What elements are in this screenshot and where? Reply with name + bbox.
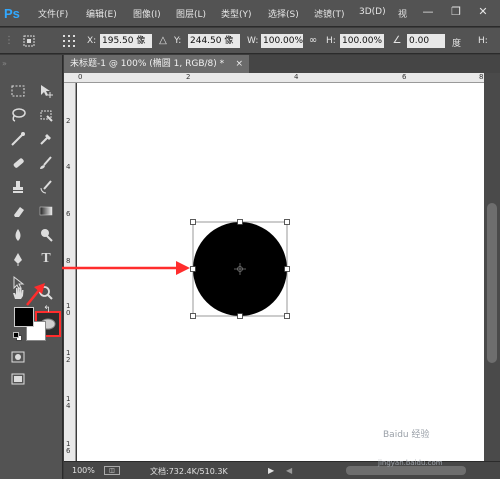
watermark-url: jingyan.baidu.com xyxy=(378,459,443,467)
scroll-left-icon[interactable]: ◀ xyxy=(286,466,292,475)
canvas[interactable] xyxy=(77,83,484,461)
lasso-tool-icon[interactable] xyxy=(8,105,28,125)
x-field[interactable]: 195.50 像 xyxy=(100,34,152,48)
options-bar: ⋮ X: 195.50 像 △ Y: 244.50 像 W: 100.00% ∞… xyxy=(0,28,500,54)
marquee-tool-icon[interactable] xyxy=(8,81,28,101)
zoom-tool-icon[interactable] xyxy=(36,283,56,303)
ruler-left-label: 1 6 xyxy=(66,440,71,455)
relative-position-icon[interactable]: △ xyxy=(156,34,170,48)
zoom-level[interactable]: 100% xyxy=(72,466,95,475)
blur-tool-icon[interactable] xyxy=(8,225,28,245)
menu-image[interactable]: 图像(I) xyxy=(133,7,161,20)
foreground-color-swatch[interactable] xyxy=(14,307,34,327)
menu-type[interactable]: 类型(Y) xyxy=(221,7,252,20)
x-label: X: xyxy=(87,36,97,46)
document-tab[interactable]: 未标题-1 @ 100% (椭圆 1, RGB/8) * × xyxy=(64,55,249,73)
menu-view[interactable]: 视 xyxy=(398,7,407,20)
ruler-horizontal[interactable]: 0 2 4 6 8 xyxy=(64,73,484,83)
ruler-left-label: 8 xyxy=(66,257,71,265)
menu-edit[interactable]: 编辑(E) xyxy=(86,7,117,20)
angle-icon: ∠ xyxy=(392,35,402,46)
type-tool-icon[interactable]: T xyxy=(36,249,56,269)
menu-bar: Ps 文件(F) 编辑(E) 图像(I) 图层(L) 类型(Y) 选择(S) 滤… xyxy=(0,0,500,27)
reference-point-icon[interactable] xyxy=(62,34,76,48)
restore-button[interactable]: ❐ xyxy=(448,4,464,20)
gradient-tool-icon[interactable] xyxy=(36,201,56,221)
brush-tool-icon[interactable] xyxy=(36,153,56,173)
pen-tool-icon[interactable] xyxy=(8,249,28,269)
vertical-scrollbar[interactable] xyxy=(484,73,500,461)
ruler-left-label: 1 2 xyxy=(66,349,71,364)
horizontal-scroll-thumb[interactable] xyxy=(346,466,466,475)
ruler-top-label: 0 xyxy=(78,73,83,81)
default-colors-icon[interactable] xyxy=(13,332,22,341)
toolbox: » T ↰ xyxy=(0,55,63,479)
angle-field[interactable]: 0.00 xyxy=(407,34,445,48)
crop-tool-icon[interactable] xyxy=(8,129,28,149)
hand-tool-icon[interactable] xyxy=(8,283,28,303)
h-label: H: xyxy=(326,36,336,46)
menu-filter[interactable]: 滤镜(T) xyxy=(314,7,345,20)
vertical-scroll-thumb[interactable] xyxy=(487,203,497,363)
ruler-left-label: 1 4 xyxy=(66,395,71,410)
watermark: Baidu 经验 xyxy=(383,430,430,440)
eyedropper-tool-icon[interactable] xyxy=(36,129,56,149)
skew-h-label: H: xyxy=(478,36,488,46)
minimize-button[interactable]: — xyxy=(420,4,436,20)
screen-mode-icon[interactable] xyxy=(8,369,28,389)
ruler-top-label: 8 xyxy=(479,73,484,81)
link-icon[interactable]: ∞ xyxy=(306,34,320,48)
ruler-top-label: 4 xyxy=(294,73,299,81)
quick-mask-icon[interactable] xyxy=(8,347,28,367)
ruler-vertical[interactable]: 2 4 6 8 1 0 1 2 1 4 1 6 xyxy=(64,83,76,461)
menu-select[interactable]: 选择(S) xyxy=(268,7,299,20)
ruler-left-label: 2 xyxy=(66,117,71,125)
clone-stamp-tool-icon[interactable] xyxy=(8,177,28,197)
y-label: Y: xyxy=(174,36,182,46)
angle-unit: 度 xyxy=(452,39,462,49)
ruler-top-label: 6 xyxy=(402,73,407,81)
width-field[interactable]: 100.00% xyxy=(261,34,303,48)
y-field[interactable]: 244.50 像 xyxy=(188,34,240,48)
transform-tool-icon[interactable] xyxy=(22,34,36,48)
swap-colors-icon[interactable]: ↰ xyxy=(40,303,54,317)
menu-file[interactable]: 文件(F) xyxy=(38,7,68,20)
menu-layer[interactable]: 图层(L) xyxy=(176,7,206,20)
document-size: 文档:732.4K/510.3K xyxy=(150,467,228,476)
dodge-tool-icon[interactable] xyxy=(36,225,56,245)
close-tab-icon[interactable]: × xyxy=(235,55,243,73)
options-grip-icon: ⋮ xyxy=(4,35,14,46)
photoshop-logo: Ps xyxy=(4,6,20,21)
quick-selection-tool-icon[interactable] xyxy=(36,105,56,125)
w-label: W: xyxy=(247,36,259,46)
status-menu-arrow-icon[interactable]: ▶ xyxy=(268,466,274,475)
eraser-tool-icon[interactable] xyxy=(8,201,28,221)
document-tab-title: 未标题-1 @ 100% (椭圆 1, RGB/8) * xyxy=(70,59,225,69)
document-tab-bar: 未标题-1 @ 100% (椭圆 1, RGB/8) * × xyxy=(64,55,500,73)
ruler-top-label: 2 xyxy=(186,73,191,81)
history-brush-tool-icon[interactable] xyxy=(36,177,56,197)
toolbox-grip-icon: » xyxy=(2,59,7,68)
ruler-left-label: 1 0 xyxy=(66,302,71,317)
status-preview-icon[interactable]: ◫ xyxy=(104,466,120,475)
ruler-left-label: 6 xyxy=(66,210,71,218)
menu-3d[interactable]: 3D(D) xyxy=(359,7,386,17)
healing-brush-tool-icon[interactable] xyxy=(8,153,28,173)
height-field[interactable]: 100.00% xyxy=(340,34,384,48)
close-window-button[interactable]: ✕ xyxy=(475,4,491,20)
ruler-left-label: 4 xyxy=(66,163,71,171)
move-tool-icon[interactable] xyxy=(36,81,56,101)
